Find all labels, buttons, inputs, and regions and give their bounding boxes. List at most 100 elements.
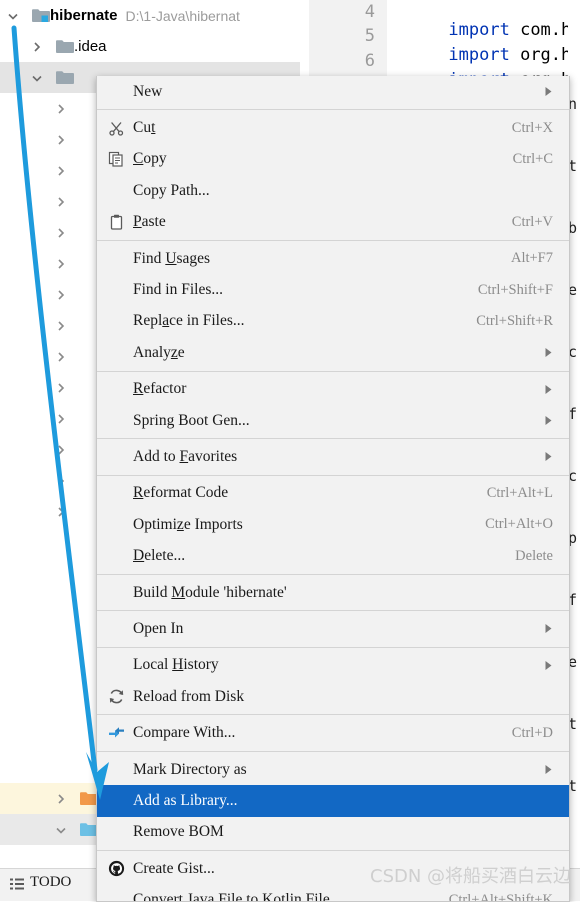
menu-separator [97,849,569,851]
chevron-right-icon[interactable] [54,226,68,240]
folder-icon [56,39,74,54]
todo-label: TODO [30,874,72,890]
menu-separator [97,109,569,111]
menu-item-open-in[interactable]: Open In [97,613,569,644]
menu-item-shortcut: Ctrl+Shift+R [476,312,553,329]
chevron-right-icon[interactable] [54,381,68,395]
menu-separator [97,714,569,716]
chevron-right-icon[interactable] [54,412,68,426]
github-icon [103,860,129,877]
menu-item-mark-directory-as[interactable]: Mark Directory as [97,754,569,785]
submenu-arrow-icon [541,415,557,426]
menu-item-add-as-library[interactable]: Add as Library... [97,785,569,817]
submenu-arrow-icon [541,451,557,462]
menu-item-shortcut: Ctrl+Alt+Shift+K [448,891,553,902]
chevron-right-icon[interactable] [54,133,68,147]
chevron-down-icon[interactable] [54,823,68,837]
chevron-down-icon[interactable] [6,9,20,23]
todo-list-icon [10,877,24,889]
context-menu[interactable]: New Cut Ctrl+X Copy Ctrl+C Copy Path... Pas… [96,76,570,902]
chevron-right-icon[interactable] [54,164,68,178]
editor-code-area[interactable]: import com.hbno import org.hiber import … [387,0,580,80]
menu-item-reformat-code[interactable]: Reformat Code Ctrl+Alt+L [97,478,569,509]
editor-gutter: 4 5 6 [309,0,387,80]
menu-separator [97,573,569,575]
submenu-arrow-icon [541,384,557,395]
menu-item-delete[interactable]: Delete... Delete [97,540,569,571]
menu-item-remove-bom[interactable]: Remove BOM [97,817,569,848]
menu-item-shortcut: Delete [515,547,553,564]
menu-item-label: Reformat Code [133,484,229,502]
menu-item-label: Copy [133,150,167,168]
tree-root-label: hibernate [50,7,118,24]
watermark: CSDN @将船买酒白云边 [370,866,572,887]
menu-item-find-in-files[interactable]: Find in Files... Ctrl+Shift+F [97,274,569,305]
folder-icon [56,70,74,85]
chevron-right-icon[interactable] [54,257,68,271]
menu-item-shortcut: Ctrl+Shift+F [477,281,553,298]
menu-separator [97,239,569,241]
menu-item-label: Replace in Files... [133,312,245,330]
submenu-arrow-icon [541,623,557,634]
menu-item-label: Build Module 'hibernate' [133,583,287,601]
chevron-right-icon[interactable] [54,474,68,488]
chevron-right-icon[interactable] [54,195,68,209]
clipboard-icon [103,214,129,231]
menu-item-label: Compare With... [133,724,236,742]
menu-item-shortcut: Ctrl+V [511,213,553,230]
chevron-right-icon[interactable] [54,319,68,333]
chevron-right-icon[interactable] [30,40,44,54]
chevron-right-icon[interactable] [54,288,68,302]
menu-item-shortcut: Alt+F7 [510,250,553,267]
menu-item-replace-in-files[interactable]: Replace in Files... Ctrl+Shift+R [97,306,569,337]
menu-item-new[interactable]: New [97,76,569,107]
menu-item-paste[interactable]: Paste Ctrl+V [97,207,569,238]
menu-item-label: Analyze [133,343,185,361]
menu-item-compare-with[interactable]: Compare With... Ctrl+D [97,717,569,748]
menu-separator [97,646,569,648]
tree-row-idea[interactable]: .idea [0,31,300,62]
menu-item-label: Create Gist... [133,859,215,877]
menu-item-label: Find in Files... [133,281,224,299]
module-folder-icon [32,8,50,23]
tree-item-label: .idea [74,38,107,55]
menu-item-spring-boot-gen[interactable]: Spring Boot Gen... [97,405,569,436]
menu-separator [97,750,569,752]
menu-item-label: Remove BOM [133,823,224,841]
tree-root-path: D:\1-Java\hibernat [125,7,240,24]
menu-item-refactor[interactable]: Refactor [97,374,569,405]
menu-item-add-to-favorites[interactable]: Add to Favorites [97,441,569,472]
chevron-right-icon[interactable] [54,350,68,364]
menu-item-copy-path[interactable]: Copy Path... [97,175,569,206]
menu-item-optimize-imports[interactable]: Optimize Imports Ctrl+Alt+O [97,509,569,540]
chevron-down-icon[interactable] [30,71,44,85]
menu-item-label: Open In [133,619,184,637]
chevron-right-icon[interactable] [54,102,68,116]
chevron-right-icon[interactable] [54,505,68,519]
menu-item-analyze[interactable]: Analyze [97,337,569,368]
menu-item-label: New [133,82,163,100]
menu-item-copy[interactable]: Copy Ctrl+C [97,144,569,175]
tree-row-root[interactable]: hibernate D:\1-Java\hibernat [0,0,300,31]
chevron-right-icon[interactable] [54,443,68,457]
menu-item-build-module-hibernate[interactable]: Build Module 'hibernate' [97,577,569,608]
menu-item-label: Reload from Disk [133,687,245,705]
submenu-arrow-icon [541,660,557,671]
scissors-icon [103,120,129,137]
menu-item-local-history[interactable]: Local History [97,650,569,681]
reload-icon [103,688,129,705]
submenu-arrow-icon [541,764,557,775]
menu-item-find-usages[interactable]: Find Usages Alt+F7 [97,243,569,274]
chevron-right-icon[interactable] [54,792,68,806]
menu-item-label: Optimize Imports [133,515,243,533]
compare-icon [103,725,129,742]
menu-item-label: Spring Boot Gen... [133,411,250,429]
submenu-arrow-icon [541,86,557,97]
menu-item-reload-from-disk[interactable]: Reload from Disk [97,681,569,712]
menu-separator [97,370,569,372]
menu-item-label: Convert Java File to Kotlin File [133,891,330,902]
line-number: 4 [364,2,375,22]
menu-item-label: Local History [133,656,219,674]
tab-todo[interactable]: TODO [10,874,71,891]
menu-item-cut[interactable]: Cut Ctrl+X [97,112,569,143]
